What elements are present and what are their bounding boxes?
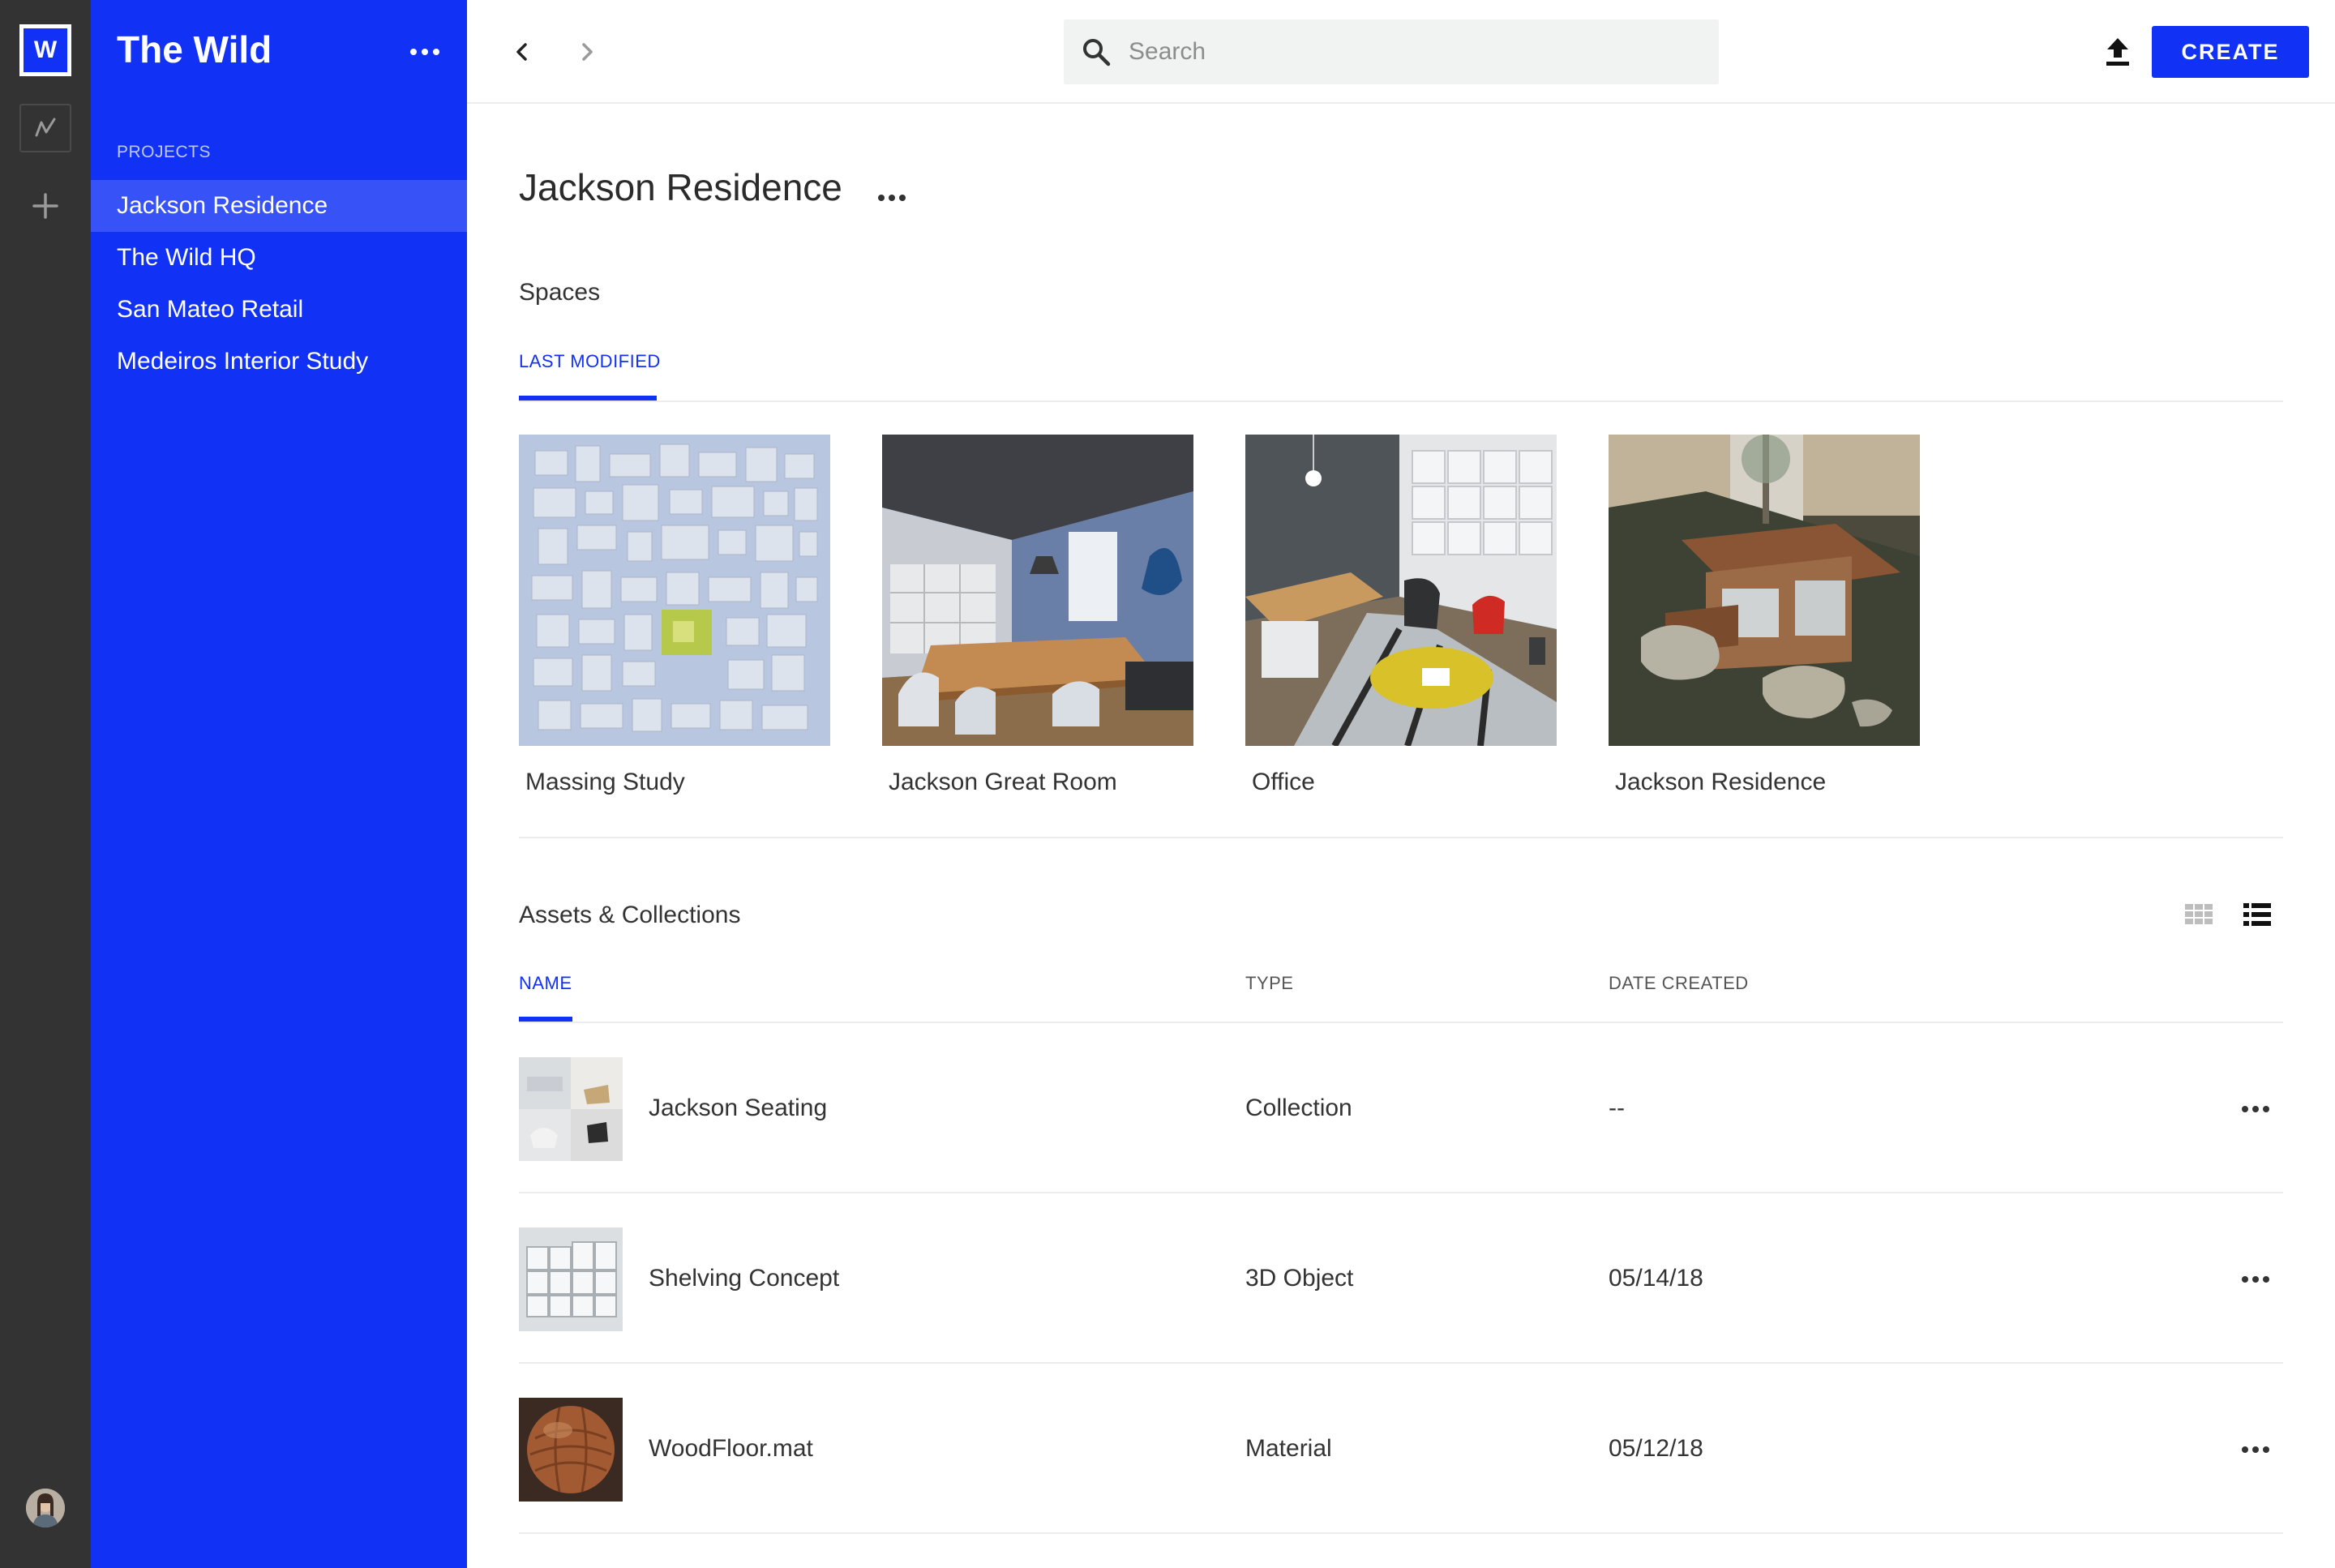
search-icon <box>1064 19 1129 84</box>
page-title: Jackson Residence <box>519 166 842 208</box>
sidebar-item-label: Jackson Residence <box>117 192 328 219</box>
space-name: Office <box>1252 769 1315 795</box>
asset-name: WoodFloor.mat <box>649 1435 813 1462</box>
space-name: Jackson Great Room <box>889 769 1117 795</box>
list-view-icon[interactable] <box>2241 898 2273 931</box>
asset-name: Jackson Seating <box>649 1095 828 1121</box>
sidebar-item-san-mateo-retail[interactable]: San Mateo Retail <box>91 284 467 336</box>
grid-view-icon[interactable] <box>2183 898 2215 931</box>
create-button[interactable]: CREATE <box>2152 26 2309 78</box>
tab-last-modified[interactable]: LAST MODIFIED <box>519 351 661 372</box>
asset-date: 05/12/18 <box>1609 1435 1703 1462</box>
row-more-icon[interactable] <box>2234 1433 2277 1466</box>
projects-section-label: PROJECTS <box>117 143 212 161</box>
space-card-massing-study[interactable]: Massing Study <box>519 435 830 796</box>
logo-letter: W <box>33 36 58 63</box>
asset-name: Shelving Concept <box>649 1265 840 1292</box>
asset-type: Collection <box>1245 1095 1352 1121</box>
sidebar-item-label: The Wild HQ <box>117 244 256 271</box>
sidebar-item-label: San Mateo Retail <box>117 296 304 323</box>
column-header-type[interactable]: TYPE <box>1245 973 1293 994</box>
app-rail: W <box>0 0 91 1568</box>
search-input[interactable] <box>1129 38 1680 66</box>
space-thumbnail <box>1609 435 1920 746</box>
space-thumbnail <box>1245 435 1557 746</box>
space-thumbnail <box>882 435 1193 746</box>
sidebar-item-the-wild-hq[interactable]: The Wild HQ <box>91 232 467 284</box>
asset-date: -- <box>1609 1095 1625 1121</box>
top-bar: CREATE <box>467 0 2335 104</box>
row-thumbnail <box>519 1398 623 1502</box>
sidebar-item-label: Medeiros Interior Study <box>117 348 369 375</box>
space-name: Jackson Residence <box>1615 769 1827 795</box>
row-more-icon[interactable] <box>2234 1093 2277 1125</box>
column-header-date-created[interactable]: DATE CREATED <box>1609 973 1749 994</box>
project-sidebar: The Wild PROJECTS Jackson Residence The … <box>91 0 467 1568</box>
asset-type: 3D Object <box>1245 1265 1354 1292</box>
section-divider <box>519 837 2283 838</box>
asset-type: Material <box>1245 1435 1332 1462</box>
space-card-office[interactable]: Office <box>1245 435 1557 796</box>
table-row[interactable]: Shelving Concept 3D Object 05/14/18 <box>519 1193 2283 1364</box>
project-list: Jackson Residence The Wild HQ San Mateo … <box>91 180 467 388</box>
workspace-more-icon[interactable] <box>399 36 451 68</box>
sidebar-item-medeiros-interior-study[interactable]: Medeiros Interior Study <box>91 336 467 388</box>
space-card-jackson-residence[interactable]: Jackson Residence <box>1609 435 1920 796</box>
workspace-title: The Wild <box>117 28 272 71</box>
row-thumbnail <box>519 1227 623 1331</box>
workspace-logo[interactable]: W <box>19 24 71 76</box>
forward-icon[interactable] <box>568 32 606 71</box>
user-avatar[interactable] <box>26 1489 65 1527</box>
space-name: Massing Study <box>525 769 685 795</box>
space-card-jackson-great-room[interactable]: Jackson Great Room <box>882 435 1193 796</box>
column-header-name[interactable]: NAME <box>519 973 572 994</box>
table-row[interactable]: Jackson Seating Collection -- <box>519 1023 2283 1193</box>
workspace-switch-icon[interactable] <box>19 104 71 152</box>
search-bar <box>1064 19 1719 84</box>
asset-date: 05/14/18 <box>1609 1265 1703 1292</box>
back-icon[interactable] <box>503 32 542 71</box>
row-more-icon[interactable] <box>2234 1263 2277 1296</box>
table-row[interactable]: WoodFloor.mat Material 05/12/18 <box>519 1364 2283 1534</box>
spaces-label: Spaces <box>519 279 601 306</box>
project-more-icon[interactable] <box>869 182 915 214</box>
add-workspace-icon[interactable] <box>28 188 63 224</box>
space-thumbnail <box>519 435 830 746</box>
assets-label: Assets & Collections <box>519 902 741 928</box>
upload-icon[interactable] <box>2095 29 2140 75</box>
sidebar-item-jackson-residence[interactable]: Jackson Residence <box>91 180 467 232</box>
spaces-divider <box>519 401 2283 402</box>
row-thumbnail <box>519 1057 623 1161</box>
